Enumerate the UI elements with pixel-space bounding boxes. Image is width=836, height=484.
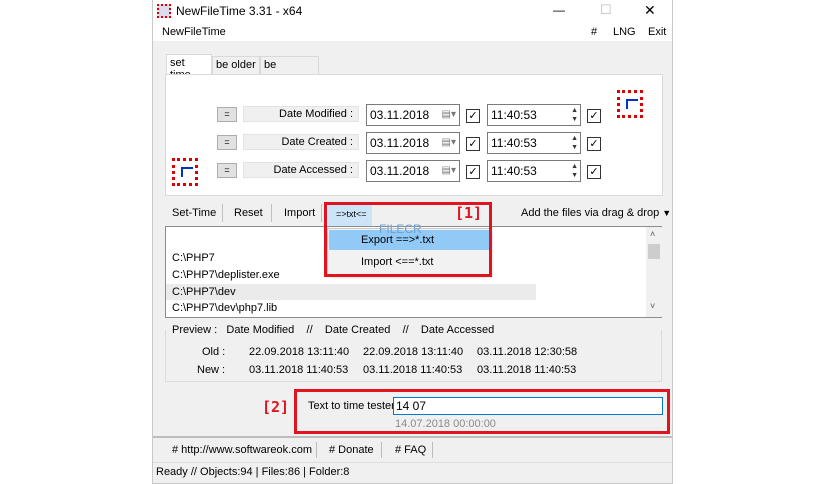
spin-arrows-icon[interactable]: ▲ ▼ [571, 134, 578, 152]
date-picker[interactable]: 03.11.2018 ▤▾ [366, 160, 460, 182]
minimize-button[interactable]: — [553, 3, 565, 17]
preview-col: Date Created [324, 324, 391, 336]
tab-be-younger[interactable]: be younger [260, 56, 319, 83]
old-value: 22.09.2018 13:11:40 [363, 346, 464, 358]
tester-label: Text to time tester [308, 400, 395, 412]
row-label: Date Created : [243, 134, 359, 150]
list-item[interactable]: C:\PHP7\deplister.exe [172, 269, 280, 281]
date-picker[interactable]: 03.11.2018 ▤▾ [366, 132, 460, 154]
equalize-button[interactable]: = [217, 163, 237, 178]
time-spinner[interactable]: 11:40:53 ▲ ▼ [487, 160, 581, 182]
date-value: 03.11.2018 [370, 108, 430, 122]
link-faq[interactable]: # FAQ [395, 444, 426, 456]
preview-sep: // [306, 324, 313, 336]
menu-app[interactable]: NewFileTime [162, 26, 226, 38]
drag-drop-label: Add the files via drag & drop [521, 207, 660, 219]
spin-arrows-icon[interactable]: ▲ ▼ [571, 162, 578, 180]
scroll-up-icon[interactable]: ˄ [650, 229, 655, 239]
old-label: Old : [202, 346, 226, 358]
close-button[interactable]: ✕ [644, 2, 656, 19]
divider [432, 442, 433, 458]
scroll-down-icon[interactable]: ˅ [650, 301, 655, 311]
preview-col: Date Modified [226, 324, 295, 336]
title-bar: NewFileTime 3.31 - x64 — ☐ ✕ [153, 0, 672, 23]
preview-sep: // [402, 324, 409, 336]
equalize-button[interactable]: = [217, 135, 237, 150]
list-item[interactable]: C:\PHP7\dev [172, 286, 236, 298]
window-title: NewFileTime 3.31 - x64 [176, 4, 303, 18]
divider [316, 442, 317, 458]
tab-be-older[interactable]: be older [212, 56, 260, 75]
list-item[interactable]: C:\PHP7 [172, 252, 215, 264]
status-text: Ready // Objects:94 | Files:86 | Folder:… [156, 466, 350, 478]
old-value: 22.09.2018 13:11:40 [249, 346, 350, 358]
app-icon [157, 4, 171, 18]
calendar-dropdown-icon[interactable]: ▤▾ [442, 105, 456, 125]
time-spinner[interactable]: 11:40:53 ▲ ▼ [487, 104, 581, 126]
time-value: 11:40:53 [491, 136, 537, 150]
preview-label: Preview : [172, 324, 218, 336]
new-value: 03.11.2018 11:40:53 [249, 364, 349, 376]
preview-col: Date Accessed [420, 324, 495, 336]
status-bar: Ready // Objects:94 | Files:86 | Folder:… [153, 462, 672, 482]
new-value: 03.11.2018 11:40:53 [363, 364, 463, 376]
old-value: 03.11.2018 12:30:58 [477, 346, 578, 358]
divider [381, 442, 382, 458]
text-to-time-input[interactable] [393, 397, 663, 415]
date-checkbox[interactable]: ✓ [466, 165, 480, 179]
tester-result: 14.07.2018 00:00:00 [395, 418, 496, 430]
date-value: 03.11.2018 [370, 136, 430, 150]
watermark: FILECR [379, 222, 422, 236]
time-value: 11:40:53 [491, 108, 537, 122]
new-value: 03.11.2018 11:40:53 [477, 364, 577, 376]
divider [153, 436, 672, 438]
date-value: 03.11.2018 [370, 164, 430, 178]
menu-hash[interactable]: # [591, 26, 597, 38]
new-label: New : [197, 364, 226, 376]
calendar-dropdown-icon[interactable]: ▤▾ [442, 161, 456, 181]
date-checkbox[interactable]: ✓ [466, 109, 480, 123]
menu-exit[interactable]: Exit [648, 26, 666, 38]
link-softwareok[interactable]: # http://www.softwareok.com [172, 444, 312, 456]
link-donate[interactable]: # Donate [329, 444, 374, 456]
equalize-button[interactable]: = [217, 107, 237, 122]
drop-target-icon[interactable] [617, 90, 643, 118]
preview-header: Preview : Date Modified // Date Created … [172, 324, 498, 336]
tab-set-time[interactable]: set time [166, 54, 212, 81]
calendar-dropdown-icon[interactable]: ▤▾ [442, 133, 456, 153]
divider [321, 204, 322, 222]
drag-drop-dropdown[interactable]: Add the files via drag & drop ▼ [521, 207, 671, 219]
maximize-button[interactable]: ☐ [600, 2, 612, 18]
menu-lng[interactable]: LNG [613, 26, 636, 38]
divider [222, 204, 223, 222]
scrollbar[interactable]: ˄ ˅ [646, 227, 662, 317]
date-checkbox[interactable]: ✓ [466, 137, 480, 151]
set-time-button[interactable]: Set-Time [172, 207, 216, 219]
divider [271, 204, 272, 222]
drop-target-icon[interactable] [172, 158, 198, 186]
row-label: Date Accessed : [243, 162, 359, 178]
time-checkbox[interactable]: ✓ [587, 109, 601, 123]
reset-button[interactable]: Reset [234, 207, 263, 219]
time-checkbox[interactable]: ✓ [587, 137, 601, 151]
scroll-thumb[interactable] [648, 244, 660, 259]
date-picker[interactable]: 03.11.2018 ▤▾ [366, 104, 460, 126]
time-checkbox[interactable]: ✓ [587, 165, 601, 179]
chevron-down-icon: ▼ [662, 208, 672, 218]
import-button[interactable]: Import [284, 207, 315, 219]
menu-bar: NewFileTime # LNG Exit [153, 23, 672, 41]
annotation-label-2: [2] [262, 398, 290, 416]
time-value: 11:40:53 [491, 164, 537, 178]
annotation-label-1: [1] [455, 204, 483, 222]
spin-arrows-icon[interactable]: ▲ ▼ [571, 106, 578, 124]
row-label: Date Modified : [243, 106, 359, 122]
list-item[interactable]: C:\PHP7\dev\php7.lib [172, 302, 277, 314]
time-spinner[interactable]: 11:40:53 ▲ ▼ [487, 132, 581, 154]
